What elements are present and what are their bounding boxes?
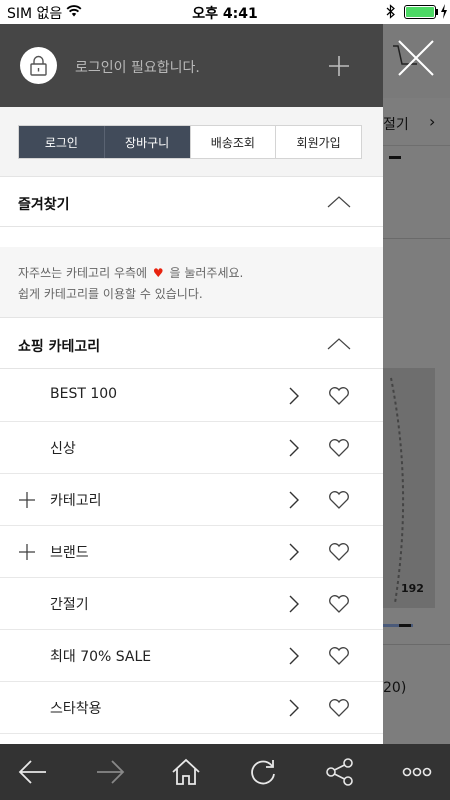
category-row-category[interactable]: 카테고리 xyxy=(0,474,383,526)
chevron-right-icon[interactable] xyxy=(288,490,300,510)
chevron-up-icon[interactable] xyxy=(326,194,352,210)
account-menu-tabs: 로그인 장바구니 배송조회 회원가입 xyxy=(18,125,362,159)
bluetooth-icon xyxy=(386,4,395,19)
heart-outline-icon[interactable] xyxy=(328,646,350,666)
background-page: 절기 › 192 20) xyxy=(383,24,450,744)
favorites-hint: 자주쓰는 카테고리 우측에 ♥ 을 눌러주세요. 쉽게 카테고리를 이용할 수 … xyxy=(0,247,383,318)
background-badge-number: 192 xyxy=(401,582,424,595)
category-label: 최대 70% SALE xyxy=(50,649,152,665)
forward-arrow-icon[interactable] xyxy=(95,758,125,786)
shopping-category-section-header[interactable]: 쇼핑 카테고리 xyxy=(0,319,383,369)
charging-icon xyxy=(441,4,447,19)
chevron-right-icon[interactable] xyxy=(288,542,300,562)
background-price-text: 20) xyxy=(383,680,407,696)
avatar[interactable] xyxy=(20,47,57,84)
favorites-title: 즐겨찾기 xyxy=(18,197,70,213)
background-tab-text: 절기 xyxy=(383,117,409,133)
chevron-up-icon[interactable] xyxy=(326,336,352,352)
bottom-toolbar xyxy=(0,744,450,800)
heart-filled-icon: ♥ xyxy=(152,266,164,280)
heart-outline-icon[interactable] xyxy=(328,438,350,458)
login-button[interactable]: 로그인 xyxy=(19,126,104,158)
category-row-best100[interactable]: BEST 100 xyxy=(0,370,383,422)
category-row-sale[interactable]: 최대 70% SALE xyxy=(0,630,383,682)
lock-icon xyxy=(30,55,47,76)
favorites-hint-line2: 쉽게 카테고리를 이용할 수 있습니다. xyxy=(18,287,203,301)
heart-outline-icon[interactable] xyxy=(328,594,350,614)
category-label: BEST 100 xyxy=(50,386,118,402)
chevron-right-icon[interactable] xyxy=(288,594,300,614)
category-row-brand[interactable]: 브랜드 xyxy=(0,526,383,578)
drawer-header: 로그인이 필요합니다. xyxy=(0,24,383,107)
category-row-season[interactable]: 간절기 xyxy=(0,578,383,630)
category-row-new[interactable]: 신상 xyxy=(0,422,383,474)
clock: 오후 4:41 xyxy=(192,6,258,22)
more-icon[interactable] xyxy=(402,758,432,786)
favorites-hint-line1-start: 자주쓰는 카테고리 우측에 xyxy=(18,266,148,280)
expand-plus-icon[interactable] xyxy=(18,491,36,509)
signup-button[interactable]: 회원가입 xyxy=(275,126,361,158)
plus-icon[interactable] xyxy=(327,54,351,78)
share-icon[interactable] xyxy=(325,758,355,786)
chevron-right-icon[interactable] xyxy=(288,386,300,406)
heart-outline-icon[interactable] xyxy=(328,698,350,718)
category-row-star[interactable]: 스타착용 xyxy=(0,682,383,734)
chevron-right-icon[interactable] xyxy=(288,698,300,718)
background-product-image xyxy=(383,368,435,608)
heart-outline-icon[interactable] xyxy=(328,490,350,510)
refresh-icon[interactable] xyxy=(248,758,278,786)
home-icon[interactable] xyxy=(171,758,201,786)
chevron-right-icon[interactable] xyxy=(288,646,300,666)
side-drawer: 로그인이 필요합니다. 로그인 장바구니 배송조회 회원가입 즐겨찾기 자주쓰는… xyxy=(0,24,383,744)
category-label: 브랜드 xyxy=(50,545,89,561)
category-label: 카테고리 xyxy=(50,493,102,509)
back-arrow-icon[interactable] xyxy=(18,758,48,786)
category-label: 신상 xyxy=(50,441,76,457)
battery-icon xyxy=(404,5,436,19)
login-required-message[interactable]: 로그인이 필요합니다. xyxy=(75,57,200,77)
account-menu: 로그인 장바구니 배송조회 회원가입 xyxy=(0,107,383,177)
chevron-right-icon: › xyxy=(429,112,436,131)
category-label: 간절기 xyxy=(50,597,89,613)
chevron-right-icon[interactable] xyxy=(288,438,300,458)
status-bar: SIM 없음 오후 4:41 xyxy=(0,0,450,24)
favorites-hint-line1-end: 을 눌러주세요. xyxy=(169,266,244,280)
order-tracking-button[interactable]: 배송조회 xyxy=(189,126,276,158)
category-label: 스타착용 xyxy=(50,701,102,717)
cart-button[interactable]: 장바구니 xyxy=(103,126,190,158)
expand-plus-icon[interactable] xyxy=(18,543,36,561)
favorites-section-header[interactable]: 즐겨찾기 xyxy=(0,177,383,227)
heart-outline-icon[interactable] xyxy=(328,542,350,562)
close-drawer-button[interactable] xyxy=(396,38,436,78)
shopping-category-title: 쇼핑 카테고리 xyxy=(18,339,101,355)
heart-outline-icon[interactable] xyxy=(328,386,350,406)
